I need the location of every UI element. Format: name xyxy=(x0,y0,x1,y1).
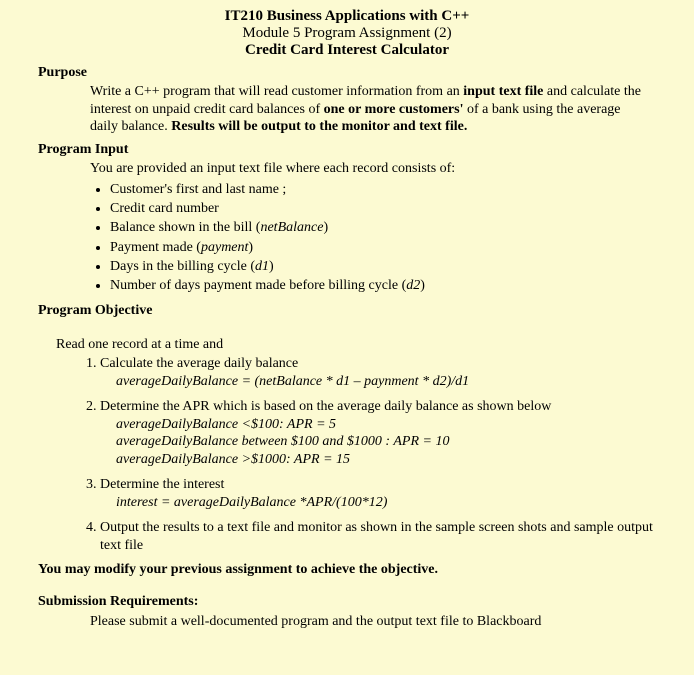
objective-lead: Read one record at a time and xyxy=(56,337,656,353)
input-item-text: Balance shown in the bill ( xyxy=(110,220,260,235)
input-item-var: payment xyxy=(201,240,248,255)
input-item-text: ) xyxy=(323,220,328,235)
purpose-text: Write a C++ program that will read custo… xyxy=(90,83,646,136)
list-item: Customer's first and last name ; xyxy=(110,181,656,199)
input-lead: You are provided an input text file wher… xyxy=(90,160,646,178)
step-3: Determine the interest interest = averag… xyxy=(100,476,656,511)
purpose-b3: Results will be output to the monitor an… xyxy=(171,119,467,134)
purpose-b2: one or more customers' xyxy=(324,102,464,117)
purpose-b1: input text file xyxy=(463,84,543,99)
step-2-line3: averageDailyBalance >$1000: APR = 15 xyxy=(116,451,656,469)
list-item: Number of days payment made before billi… xyxy=(110,277,656,295)
document-page: IT210 Business Applications with C++ Mod… xyxy=(0,0,694,640)
input-item-var: netBalance xyxy=(260,220,323,235)
input-list: Customer's first and last name ; Credit … xyxy=(90,181,656,295)
input-item-text: Credit card number xyxy=(110,201,219,216)
assignment-title: Credit Card Interest Calculator xyxy=(38,42,656,59)
step-2-line2: averageDailyBalance between $100 and $10… xyxy=(116,433,656,451)
step-1-text: Calculate the average daily balance xyxy=(100,356,298,371)
input-item-text: ) xyxy=(248,240,253,255)
objective-heading: Program Objective xyxy=(38,303,656,319)
list-item: Payment made (payment) xyxy=(110,239,656,257)
course-title: IT210 Business Applications with C++ xyxy=(38,8,656,25)
input-item-text: Customer's first and last name ; xyxy=(110,182,286,197)
step-4: Output the results to a text file and mo… xyxy=(100,519,656,554)
list-item: Credit card number xyxy=(110,200,656,218)
step-2: Determine the APR which is based on the … xyxy=(100,398,656,468)
purpose-heading: Purpose xyxy=(38,65,656,81)
step-3-formula: interest = averageDailyBalance *APR/(100… xyxy=(116,494,656,512)
input-item-var: d2 xyxy=(406,278,420,293)
input-item-text: Payment made ( xyxy=(110,240,201,255)
step-1: Calculate the average daily balance aver… xyxy=(100,355,656,390)
input-item-text: ) xyxy=(420,278,425,293)
input-item-var: d1 xyxy=(255,259,269,274)
modify-note: You may modify your previous assignment … xyxy=(38,562,656,578)
purpose-t1: Write a C++ program that will read custo… xyxy=(90,84,463,99)
list-item: Balance shown in the bill (netBalance) xyxy=(110,219,656,237)
input-item-text: Number of days payment made before billi… xyxy=(110,278,406,293)
input-item-text: Days in the billing cycle ( xyxy=(110,259,255,274)
input-item-text: ) xyxy=(269,259,274,274)
step-2-text: Determine the APR which is based on the … xyxy=(100,399,551,414)
title-block: IT210 Business Applications with C++ Mod… xyxy=(38,8,656,59)
submission-text: Please submit a well-documented program … xyxy=(90,614,656,630)
step-4-text: Output the results to a text file and mo… xyxy=(100,520,653,553)
submission-heading: Submission Requirements: xyxy=(38,594,656,610)
step-2-line1: averageDailyBalance <$100: APR = 5 xyxy=(116,416,656,434)
step-3-text: Determine the interest xyxy=(100,477,224,492)
module-title: Module 5 Program Assignment (2) xyxy=(38,25,656,42)
list-item: Days in the billing cycle (d1) xyxy=(110,258,656,276)
step-1-formula: averageDailyBalance = (netBalance * d1 –… xyxy=(116,373,656,391)
input-heading: Program Input xyxy=(38,142,656,158)
objective-steps: Calculate the average daily balance aver… xyxy=(80,355,656,554)
